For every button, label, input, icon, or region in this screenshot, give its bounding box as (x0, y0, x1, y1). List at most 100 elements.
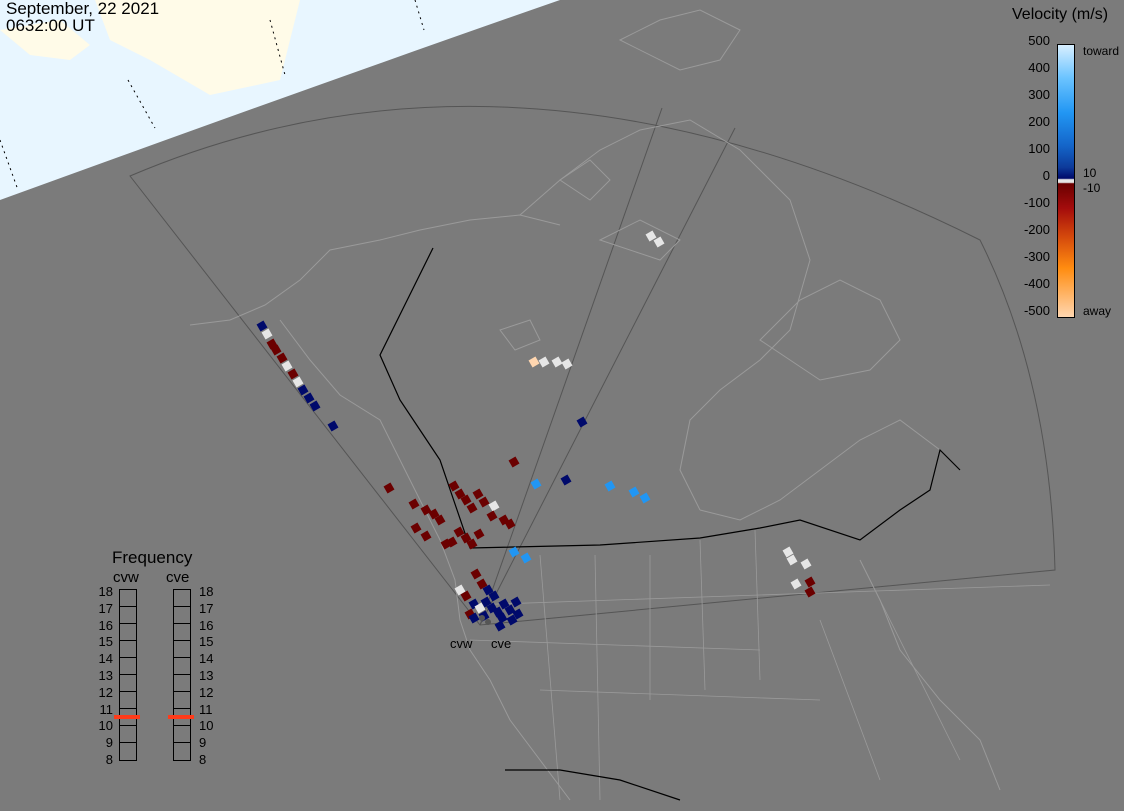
freq-cell (120, 590, 136, 607)
velocity-cell (800, 558, 812, 570)
freq-column-cvw (119, 589, 137, 761)
velocity-cell (478, 496, 490, 508)
freq-column-cve (173, 589, 191, 761)
velocity-cell (261, 328, 273, 340)
velocity-cell (327, 420, 339, 432)
freq-cell (120, 624, 136, 641)
freq-marker-cve (168, 714, 194, 719)
velocity-cell (276, 352, 288, 364)
velocity-cell (520, 552, 532, 564)
velocity-tick: 500 (1028, 33, 1050, 48)
freq-cell (174, 658, 190, 675)
velocity-cell (488, 500, 500, 512)
velocity-cell (508, 456, 520, 468)
freq-scale-left: 17 (98, 600, 113, 616)
freq-cell (120, 658, 136, 675)
country-border (379, 247, 961, 801)
admin-boundaries (469, 529, 1051, 801)
fov-outline (129, 105, 1056, 626)
freq-scale-right: 13 (199, 668, 214, 683)
freq-cell (120, 726, 136, 743)
velocity-cell (470, 568, 482, 580)
velocity-tick: 100 (1028, 141, 1050, 156)
time-label: 0632:00 UT (6, 16, 95, 35)
freq-cell (174, 641, 190, 658)
velocity-tick: -100 (1023, 195, 1050, 210)
freq-cell (174, 743, 190, 759)
velocity-cell (508, 546, 520, 558)
velocity-cell (256, 320, 268, 332)
velocity-cell (420, 530, 432, 542)
velocity-cell (530, 478, 542, 490)
freq-scale-left: 8 (105, 752, 113, 767)
radar-site-cvw (479, 615, 485, 621)
velocity-cell (473, 528, 485, 540)
freq-cell (174, 675, 190, 692)
velocity-cell (804, 586, 816, 598)
velocity-cell (466, 502, 478, 514)
freq-cell (120, 675, 136, 692)
velocity-cell (804, 576, 816, 588)
velocity-cell (383, 482, 395, 494)
velocity-cell (408, 498, 420, 510)
velocity-cell (528, 356, 540, 368)
velocity-tick: -400 (1023, 276, 1050, 291)
velocity-legend-title: Velocity (m/s) (1012, 6, 1109, 23)
freq-marker-cvw (114, 714, 140, 719)
freq-scale-right: 11 (199, 701, 213, 717)
velocity-cell (551, 356, 563, 368)
freq-scale-right: 18 (199, 584, 214, 599)
freq-scale-right: 12 (199, 684, 214, 700)
freq-scale-right: 15 (199, 634, 214, 650)
freq-scale-right: 14 (199, 651, 214, 667)
velocity-tick: 400 (1028, 60, 1050, 75)
velocity-cell (287, 368, 299, 380)
freq-scale-left: 13 (98, 668, 113, 683)
freq-cell (174, 726, 190, 743)
freq-scale-right: 16 (199, 617, 214, 633)
velocity-cell (281, 360, 293, 372)
velocity-colorbar (1057, 44, 1075, 318)
freq-scale-left: 15 (98, 634, 113, 650)
velocity-cell (472, 488, 484, 500)
freq-radar-cvw: cvw (113, 569, 139, 586)
site-label-cve: cve (491, 636, 512, 651)
freq-scale-left: 16 (98, 617, 113, 633)
velocity-cell (604, 480, 616, 492)
freq-cell (120, 692, 136, 709)
freq-cell (120, 641, 136, 658)
velocity-cell (790, 578, 802, 590)
site-label-cvw: cvw (450, 636, 473, 651)
velocity-cell (639, 492, 651, 504)
date-label: September, 22 2021 (6, 0, 160, 18)
freq-cell (174, 692, 190, 709)
velocity-tick: 200 (1028, 114, 1050, 129)
frequency-legend-title: Frequency (112, 548, 193, 567)
timestamp: September, 22 2021 0632:00 UT (6, 0, 159, 34)
freq-scale-right: 8 (199, 752, 207, 767)
freq-scale-left: 9 (105, 735, 113, 751)
velocity-cell (538, 356, 550, 368)
velocity-tick: -200 (1023, 222, 1050, 237)
freq-radar-cve: cve (166, 569, 190, 586)
freq-cell (174, 590, 190, 607)
freq-scale-left: 18 (98, 584, 113, 599)
velocity-cell (628, 486, 640, 498)
freq-cell (174, 624, 190, 641)
velocity-cell (486, 510, 498, 522)
radar-site-cve (485, 619, 491, 625)
freq-scale-left: 14 (98, 651, 113, 667)
velocity-cell (309, 400, 321, 412)
away-label: away (1083, 304, 1112, 318)
freq-cell (174, 607, 190, 624)
velocity-cell (494, 620, 506, 632)
velocity-tick: 0 (1042, 168, 1050, 183)
velocity-tick: -500 (1023, 303, 1050, 318)
threshold-negative: -10 (1083, 181, 1101, 195)
threshold-positive: 10 (1083, 166, 1097, 180)
freq-scale-left: 12 (98, 684, 113, 700)
toward-label: toward (1083, 44, 1120, 58)
freq-cell (120, 607, 136, 624)
freq-scale-right: 10 (199, 718, 214, 734)
velocity-tick: -300 (1023, 249, 1050, 264)
